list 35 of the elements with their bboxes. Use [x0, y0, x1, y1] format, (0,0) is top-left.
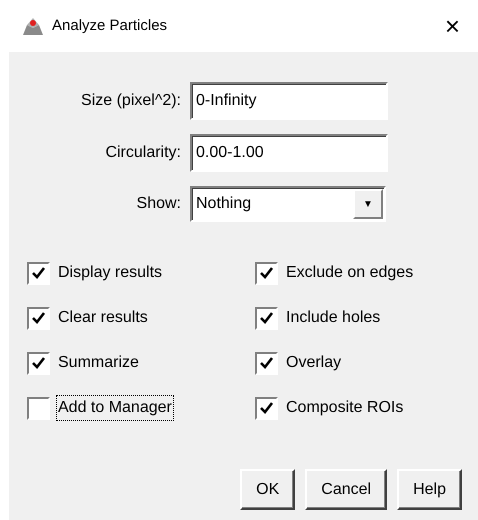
dialog-button[interactable]: Help	[397, 469, 462, 510]
checkbox[interactable]	[255, 352, 278, 374]
checkbox[interactable]	[27, 306, 50, 330]
checkbox-label[interactable]: Add to Manager	[56, 395, 174, 421]
checkbox-label[interactable]: Composite ROIs	[284, 395, 406, 421]
close-button[interactable]: ×	[440, 13, 464, 39]
checkbox[interactable]	[255, 396, 278, 420]
checkbox[interactable]	[27, 262, 50, 284]
checkmark-icon	[260, 312, 273, 324]
show-dropdown[interactable]: Nothing ▼	[190, 186, 386, 222]
field-label: Show:	[136, 194, 181, 214]
checkmark-icon	[32, 357, 45, 369]
checkbox[interactable]	[255, 262, 278, 284]
field-label: Circularity:	[104, 143, 181, 163]
checkbox[interactable]	[27, 396, 50, 420]
checkmark-icon	[32, 267, 45, 279]
window-title: Analyze Particles	[52, 16, 168, 36]
checkbox[interactable]	[255, 306, 278, 330]
dialog-button[interactable]: OK	[240, 469, 296, 510]
checkmark-icon	[32, 312, 45, 324]
checkbox-label[interactable]: Summarize	[56, 350, 141, 376]
checkbox-label[interactable]: Display results	[56, 260, 164, 286]
text-field[interactable]: 0.00-1.00	[190, 134, 388, 172]
checkbox[interactable]	[27, 352, 50, 374]
checkbox-label[interactable]: Exclude on edges	[284, 260, 416, 286]
checkbox-label[interactable]: Clear results	[56, 305, 150, 331]
app-icon	[22, 16, 44, 36]
checkmark-icon	[260, 402, 273, 414]
dialog-button[interactable]: Cancel	[305, 469, 388, 510]
field-label: Size (pixel^2):	[80, 91, 181, 111]
checkbox-label[interactable]: Overlay	[284, 350, 344, 376]
checkmark-icon	[260, 267, 273, 279]
text-field[interactable]: 0-Infinity	[190, 82, 388, 120]
checkmark-icon	[260, 357, 273, 369]
checkbox-label[interactable]: Include holes	[284, 305, 382, 331]
